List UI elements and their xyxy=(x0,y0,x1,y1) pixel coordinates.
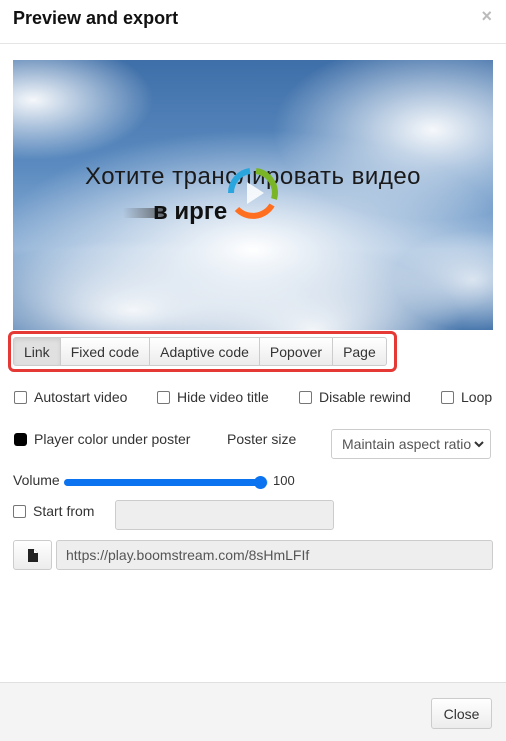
start-from-label: Start from xyxy=(33,503,95,519)
player-color-option[interactable]: Player color under poster xyxy=(14,431,190,447)
poster-size-value: Maintain aspect ratio xyxy=(342,436,472,452)
volume-value: 100 xyxy=(273,473,295,488)
hide-title-option[interactable]: Hide video title xyxy=(157,389,269,405)
tab-page[interactable]: Page xyxy=(332,337,387,366)
loop-checkbox[interactable] xyxy=(441,390,454,404)
volume-fill xyxy=(64,479,261,486)
volume-slider[interactable] xyxy=(64,476,268,489)
volume-label: Volume xyxy=(13,472,60,488)
player-color-swatch[interactable] xyxy=(14,432,27,446)
logo-arc-orange xyxy=(234,203,275,219)
loop-option[interactable]: Loop xyxy=(441,389,492,405)
start-from-checkbox[interactable] xyxy=(13,504,26,518)
disable-rewind-checkbox[interactable] xyxy=(299,390,312,404)
modal-title: Preview and export xyxy=(13,8,179,28)
modal-header: Preview and export × xyxy=(0,0,506,44)
start-from-option[interactable]: Start from xyxy=(13,503,94,519)
start-from-input[interactable] xyxy=(115,500,334,530)
disable-rewind-option[interactable]: Disable rewind xyxy=(299,389,411,405)
disable-rewind-label: Disable rewind xyxy=(319,389,411,405)
tab-adaptive-code[interactable]: Adaptive code xyxy=(149,337,260,366)
modal-footer: Close xyxy=(0,682,506,741)
close-icon[interactable]: × xyxy=(481,7,492,25)
play-triangle xyxy=(247,182,264,204)
video-poster[interactable]: Хотите транслировать видео в ирге xyxy=(13,60,493,330)
poster-subline: в ирге xyxy=(153,198,228,225)
autostart-checkbox[interactable] xyxy=(14,390,27,404)
copy-link-button[interactable] xyxy=(13,540,52,570)
hide-title-label: Hide video title xyxy=(177,389,269,405)
close-button[interactable]: Close xyxy=(431,698,492,729)
poster-size-label: Poster size xyxy=(227,431,297,447)
play-button-icon[interactable] xyxy=(223,163,283,223)
hide-title-checkbox[interactable] xyxy=(157,390,170,404)
chevron-down-icon xyxy=(474,441,484,448)
player-color-label: Player color under poster xyxy=(34,431,191,447)
autostart-option[interactable]: Autostart video xyxy=(14,389,127,405)
autostart-label: Autostart video xyxy=(34,389,128,405)
share-url-input[interactable]: https://play.boomstream.com/8sHmLFIf xyxy=(56,540,493,570)
tab-popover[interactable]: Popover xyxy=(258,337,334,366)
tab-fixed-code[interactable]: Fixed code xyxy=(59,337,151,366)
loop-label: Loop xyxy=(461,389,493,405)
file-icon xyxy=(27,548,38,562)
tab-link[interactable]: Link xyxy=(13,337,61,366)
export-tabs: Link Fixed code Adaptive code Popover Pa… xyxy=(13,337,387,366)
volume-thumb[interactable] xyxy=(254,476,267,489)
poster-size-select[interactable]: Maintain aspect ratio xyxy=(331,429,491,459)
